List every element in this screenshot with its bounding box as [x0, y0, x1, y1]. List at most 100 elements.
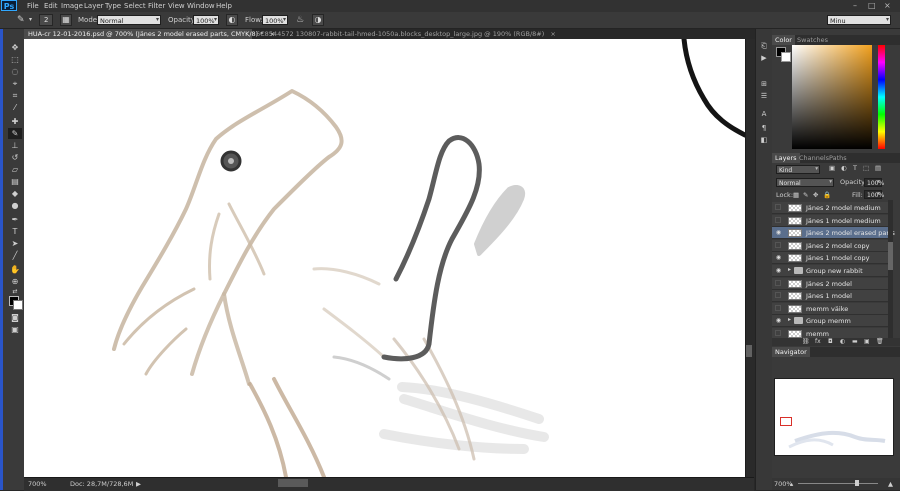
filter-adjustment-icon[interactable]: ◐	[841, 164, 847, 172]
navigator-view-box[interactable]	[780, 417, 792, 426]
eyedropper-tool-icon[interactable]: ⁄	[8, 102, 22, 113]
navigator-zoom-knob[interactable]	[855, 480, 859, 486]
menu-type[interactable]: Type	[105, 0, 121, 12]
dodge-tool-icon[interactable]: ●	[8, 200, 22, 211]
link-layers-icon[interactable]: ⛓	[802, 338, 810, 346]
layer-visibility-eye-icon[interactable]: ◉	[775, 317, 782, 324]
filter-pixel-icon[interactable]: ▣	[829, 164, 835, 172]
new-group-icon[interactable]: ▬	[852, 338, 858, 346]
opacity-input[interactable]: 100%	[193, 15, 219, 25]
menu-help[interactable]: Help	[216, 0, 232, 12]
marquee-tool-icon[interactable]: ⬚	[8, 54, 22, 65]
canvas-horizontal-scroll-thumb[interactable]	[278, 479, 308, 487]
brush-tool-icon[interactable]: ✎	[17, 12, 25, 28]
layer-row[interactable]: ◉ Jänes 2 model erased parts	[772, 227, 895, 240]
blur-tool-icon[interactable]: ◆	[8, 188, 22, 199]
adjustments-panel-icon[interactable]: ⊞	[758, 79, 770, 89]
layer-style-icon[interactable]: fx	[815, 338, 821, 346]
filter-smart-object-icon[interactable]: ▤	[875, 164, 881, 172]
zoom-readout[interactable]: 700%	[28, 478, 47, 491]
close-app-button[interactable]: ×	[884, 0, 891, 12]
clone-stamp-tool-icon[interactable]: ⊥	[8, 140, 22, 151]
document-tab-active[interactable]: HUA-cr 12-01-2016.psd @ 700% (Jänes 2 mo…	[24, 29, 275, 39]
menu-window[interactable]: Window	[187, 0, 215, 12]
brush-tool-icon[interactable]: ✎	[8, 128, 22, 139]
filter-shape-icon[interactable]: ⬚	[863, 164, 869, 172]
layer-visibility-toggle[interactable]	[775, 204, 781, 210]
tab-swatches[interactable]: Swatches	[794, 35, 831, 45]
properties-panel-icon[interactable]: ☰	[758, 91, 770, 101]
delete-layer-icon[interactable]: 🗑	[876, 338, 884, 346]
menu-file[interactable]: File	[27, 0, 39, 12]
menu-select[interactable]: Select	[124, 0, 146, 12]
paragraph-panel-icon[interactable]: ¶	[758, 123, 770, 133]
layer-row[interactable]: Jänes 1 model medium	[772, 214, 888, 227]
healing-brush-tool-icon[interactable]: ✚	[8, 116, 22, 127]
zoom-out-icon[interactable]: ▴	[790, 478, 793, 490]
menu-layer[interactable]: Layer	[84, 0, 104, 12]
layer-visibility-eye-icon[interactable]: ◉	[775, 267, 782, 274]
lasso-tool-icon[interactable]: ◌	[8, 66, 22, 77]
canvas-vertical-scroll-thumb[interactable]	[746, 345, 752, 357]
mode-select[interactable]: Normal	[97, 15, 161, 25]
history-panel-icon[interactable]: ⎗	[758, 41, 770, 51]
layer-visibility-toggle[interactable]	[775, 216, 781, 223]
maximize-button[interactable]: □	[868, 0, 876, 12]
document-canvas[interactable]	[24, 39, 745, 477]
brush-presets-panel-icon[interactable]: ◧	[758, 135, 770, 145]
quick-mask-icon[interactable]: ◙	[8, 312, 22, 323]
color-picker-field[interactable]	[792, 45, 872, 149]
path-selection-tool-icon[interactable]: ➤	[8, 238, 22, 249]
brush-preset-picker[interactable]: 2	[39, 14, 53, 26]
tab-navigator[interactable]: Navigator	[772, 347, 810, 357]
tab-close-icon[interactable]: ×	[550, 30, 555, 38]
actions-panel-icon[interactable]: ▶	[758, 53, 770, 63]
layer-filter-kind-select[interactable]: Kind	[776, 165, 820, 174]
pressure-size-icon[interactable]: ◑	[312, 14, 324, 26]
document-tab-inactive[interactable]: 6C8544572 130807-rabbit-tail-hmed-1050a.…	[252, 29, 556, 39]
lock-all-icon[interactable]: 🔒	[823, 191, 831, 199]
crop-tool-icon[interactable]: ⌗	[8, 90, 22, 101]
canvas-vertical-scrollbar[interactable]	[745, 39, 755, 477]
layer-fill-input[interactable]: 100%	[864, 190, 884, 199]
eraser-tool-icon[interactable]: ▱	[8, 164, 22, 175]
group-expand-arrow-icon[interactable]: ▸	[788, 266, 791, 273]
pen-tool-icon[interactable]: ✒	[8, 214, 22, 225]
lock-image-icon[interactable]: ✎	[803, 191, 808, 199]
tab-color[interactable]: Color	[772, 35, 795, 45]
tab-paths[interactable]: Paths	[826, 153, 850, 163]
minimize-button[interactable]: –	[853, 0, 857, 12]
navigator-zoom-slider[interactable]	[798, 483, 878, 484]
menu-view[interactable]: View	[168, 0, 185, 12]
layer-group-row[interactable]: ◉ ▸ Group memm	[772, 315, 888, 328]
flow-input[interactable]: 100%	[262, 15, 288, 25]
layer-visibility-eye-icon[interactable]: ◉	[775, 254, 782, 261]
menu-image[interactable]: Image	[61, 0, 83, 12]
layer-row[interactable]: Jänes 1 model	[772, 290, 888, 303]
type-tool-icon[interactable]: T	[8, 226, 22, 237]
hand-tool-icon[interactable]: ✋	[8, 264, 22, 275]
layer-visibility-toggle[interactable]	[775, 292, 781, 299]
move-tool-icon[interactable]: ✥	[8, 42, 22, 53]
pressure-opacity-icon[interactable]: ◐	[226, 14, 238, 26]
layer-group-row[interactable]: ◉ ▸ Group new rabbit	[772, 265, 888, 277]
screen-mode-icon[interactable]: ▣	[8, 324, 22, 335]
layer-row[interactable]: Jänes 2 model copy	[772, 239, 888, 252]
brush-panel-toggle-icon[interactable]: ▦	[60, 14, 72, 26]
tool-preset-chevron-icon[interactable]: ▾	[29, 12, 32, 28]
layer-opacity-input[interactable]: 100%	[864, 178, 884, 187]
hue-slider[interactable]	[878, 45, 885, 149]
add-mask-icon[interactable]: ◘	[828, 338, 833, 346]
character-panel-icon[interactable]: A	[758, 109, 770, 119]
menu-edit[interactable]: Edit	[44, 0, 58, 12]
new-adjustment-icon[interactable]: ◐	[840, 338, 845, 346]
quick-select-tool-icon[interactable]: ⌖	[8, 78, 22, 89]
blend-mode-select[interactable]: Normal	[776, 178, 834, 187]
history-brush-tool-icon[interactable]: ↺	[8, 152, 22, 163]
gradient-tool-icon[interactable]: ▤	[8, 176, 22, 187]
lock-transparent-icon[interactable]: ▦	[793, 191, 799, 199]
menu-filter[interactable]: Filter	[148, 0, 165, 12]
workspace-select[interactable]: Minu	[827, 15, 891, 25]
layers-scroll-thumb[interactable]	[888, 242, 893, 270]
zoom-in-icon[interactable]: ▲	[888, 478, 893, 490]
